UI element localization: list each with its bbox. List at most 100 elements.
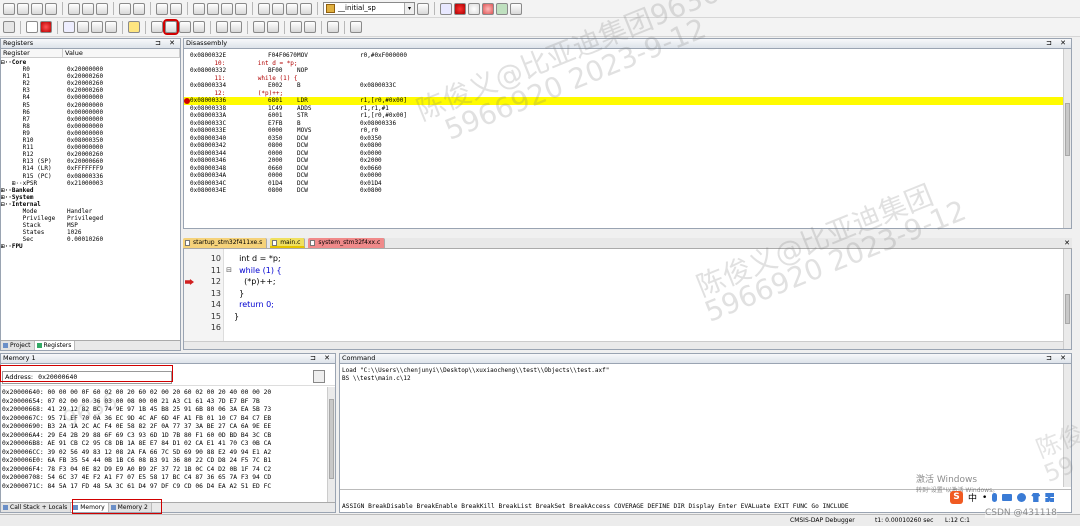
sogou-icon[interactable]: S — [950, 491, 963, 504]
step-over-icon[interactable] — [77, 21, 89, 33]
value-column-header[interactable]: Value — [63, 49, 180, 57]
panel-buttons[interactable]: ⊐ ✕ — [1046, 39, 1069, 48]
registers-window-icon[interactable] — [193, 21, 205, 33]
unindent-icon[interactable] — [272, 2, 284, 15]
uncomment-icon[interactable] — [300, 2, 312, 15]
paste-icon[interactable] — [96, 2, 108, 15]
instruction-row[interactable]: 0x0800032E F04F0670 MOV r0,#0xF000000 — [184, 52, 1071, 60]
register-row[interactable]: Stack MSP — [1, 222, 180, 229]
code-line[interactable]: 11 ⊟ while (1) { — [184, 265, 1071, 277]
memory-row[interactable]: 0x2000071C: 84 5A 17 FD 48 5A 3C 61 D4 9… — [1, 483, 335, 492]
fold-marker[interactable]: ⊟ — [224, 265, 234, 277]
clear-bookmarks-icon[interactable] — [235, 2, 247, 15]
instruction-row[interactable]: 0x0800034A 0000 DCW 0x0000 — [184, 172, 1071, 180]
code-line[interactable]: 15} — [184, 311, 1071, 323]
register-row[interactable]: ⊞··System — [1, 194, 180, 201]
editor-tab[interactable]: startup_stm32f411xe.s — [183, 238, 268, 248]
window-icon[interactable] — [496, 2, 508, 15]
instruction-row[interactable]: 0x08000342 0800 DCW 0x0800 — [184, 142, 1071, 150]
watch-window-icon[interactable] — [230, 21, 242, 33]
instruction-row[interactable]: 0x08000344 0000 DCW 0x0000 — [184, 150, 1071, 158]
disable-bp-icon[interactable] — [482, 2, 494, 15]
copy-icon[interactable] — [82, 2, 94, 15]
current-instruction-row[interactable]: 0x08000336 6801 LDR r1,[r0,#0x00] — [184, 97, 1071, 105]
register-row[interactable]: States 1026 — [1, 229, 180, 236]
source-line[interactable]: 12: (*p)++; — [184, 90, 1071, 98]
register-row[interactable]: ⊞··xPSR 0x21000003 — [1, 180, 180, 187]
register-row[interactable]: R7 0x00000000 — [1, 116, 180, 123]
serial-window-icon[interactable] — [267, 21, 279, 33]
next-bookmark-icon[interactable] — [221, 2, 233, 15]
reset-icon[interactable] — [3, 21, 15, 33]
memory-window-icon[interactable] — [253, 21, 265, 33]
disassembly-scrollbar[interactable] — [1063, 49, 1071, 228]
find-icon[interactable] — [417, 2, 429, 15]
source-line[interactable]: 11: while (1) { — [184, 75, 1071, 83]
command-scrollbar[interactable] — [1063, 364, 1071, 487]
register-row[interactable]: ⊞··Banked — [1, 187, 180, 194]
instruction-row[interactable]: 0x0800034E 0800 DCW 0x0800 — [184, 187, 1071, 195]
clear-breakpoint-icon[interactable] — [454, 2, 466, 15]
comment-icon[interactable] — [286, 2, 298, 15]
register-row[interactable]: Mode Handler — [1, 208, 180, 215]
fold-marker[interactable] — [224, 288, 234, 300]
register-row[interactable]: R10 0x08000350 — [1, 137, 180, 144]
address-value[interactable]: 0x20000640 — [38, 373, 77, 381]
register-row[interactable]: R5 0x20000000 — [1, 102, 180, 109]
target-combo[interactable]: __initial_sp ▾ — [323, 2, 415, 15]
memory-options-icon[interactable] — [313, 370, 325, 383]
memory-row[interactable]: 0x200006A4: 29 E4 2B 29 88 6F 69 C3 93 6… — [1, 432, 335, 441]
enable-bp-icon[interactable] — [468, 2, 480, 15]
register-row[interactable]: R0 0x20000000 — [1, 66, 180, 73]
memory-row[interactable]: 0x2000067C: 95 71 EF 70 0A 36 EC 9D 4C A… — [1, 415, 335, 424]
new-file-icon[interactable] — [3, 2, 15, 15]
save-all-icon[interactable] — [45, 2, 57, 15]
indent-icon[interactable] — [258, 2, 270, 15]
fold-marker[interactable] — [224, 311, 234, 323]
back-icon[interactable] — [156, 2, 168, 15]
keyboard-icon[interactable] — [1002, 494, 1013, 501]
register-row[interactable]: R14 (LR) 0xFFFFFFF9 — [1, 165, 180, 172]
editor-hscrollbar[interactable] — [184, 341, 1063, 349]
instruction-row[interactable]: 0x0800033C E7FB B 0x08000336 — [184, 120, 1071, 128]
panel-buttons[interactable]: ⊐ ✕ — [1046, 354, 1069, 363]
address-field[interactable]: Address: 0x20000640 — [2, 371, 172, 384]
panel-buttons[interactable]: ⊐ ✕ — [155, 39, 178, 48]
prev-bookmark-icon[interactable] — [207, 2, 219, 15]
emoji-icon[interactable] — [1017, 493, 1027, 502]
memory-row[interactable]: 0x200006F4: 78 F3 04 0E 82 D9 E9 A0 B9 2… — [1, 466, 335, 475]
register-row[interactable]: Sec 0.00010260 — [1, 236, 180, 243]
memory-row[interactable]: 0x20000654: 07 02 00 00 36 03 00 08 00 0… — [1, 398, 335, 407]
register-row[interactable]: R4 0x00000000 — [1, 94, 180, 101]
disassembly-window-icon[interactable] — [163, 19, 179, 35]
instruction-row[interactable]: 0x0800033A 6001 STR r1,[r0,#0x00] — [184, 112, 1071, 120]
stop-icon[interactable] — [40, 21, 52, 33]
instruction-row[interactable]: 0x08000332 BF00 NOP — [184, 67, 1071, 75]
tab-registers[interactable]: Registers — [34, 341, 76, 350]
analysis-window-icon[interactable] — [290, 21, 302, 33]
instruction-row[interactable]: 0x0800033E 0000 MOVS r0,r0 — [184, 127, 1071, 135]
register-column-header[interactable]: Register — [1, 49, 63, 57]
memory-row[interactable]: 0x20000708: 54 6C 37 4E F2 A1 F7 07 E5 5… — [1, 474, 335, 483]
instruction-row[interactable]: 0x08000340 0350 DCW 0x0350 — [184, 135, 1071, 143]
code-line[interactable]: 13 } — [184, 288, 1071, 300]
code-line[interactable]: 10 int d = *p; — [184, 253, 1071, 265]
register-row[interactable]: ⊟··Internal — [1, 201, 180, 208]
breakpoint-icon[interactable] — [184, 98, 190, 104]
trace-window-icon[interactable] — [304, 21, 316, 33]
register-row[interactable]: ⊟··Core — [1, 59, 180, 66]
save-icon[interactable] — [31, 2, 43, 15]
memory-row[interactable]: 0x20000668: 41 29 12 82 BC 74 9E 97 1B 4… — [1, 406, 335, 415]
redo-icon[interactable] — [133, 2, 145, 15]
memory-scrollbar[interactable] — [327, 387, 335, 502]
bookmark-icon[interactable] — [193, 2, 205, 15]
register-row[interactable]: R11 0x00000000 — [1, 144, 180, 151]
register-row[interactable]: R3 0x20000260 — [1, 87, 180, 94]
register-row[interactable]: R15 (PC) 0x08000336 — [1, 173, 180, 180]
register-row[interactable]: R1 0x20000260 — [1, 73, 180, 80]
chevron-down-icon[interactable]: ▾ — [404, 3, 414, 14]
command-window-icon[interactable] — [151, 21, 163, 33]
tools-icon[interactable] — [510, 2, 522, 15]
run-icon[interactable] — [26, 21, 38, 33]
call-stack-icon[interactable] — [216, 21, 228, 33]
